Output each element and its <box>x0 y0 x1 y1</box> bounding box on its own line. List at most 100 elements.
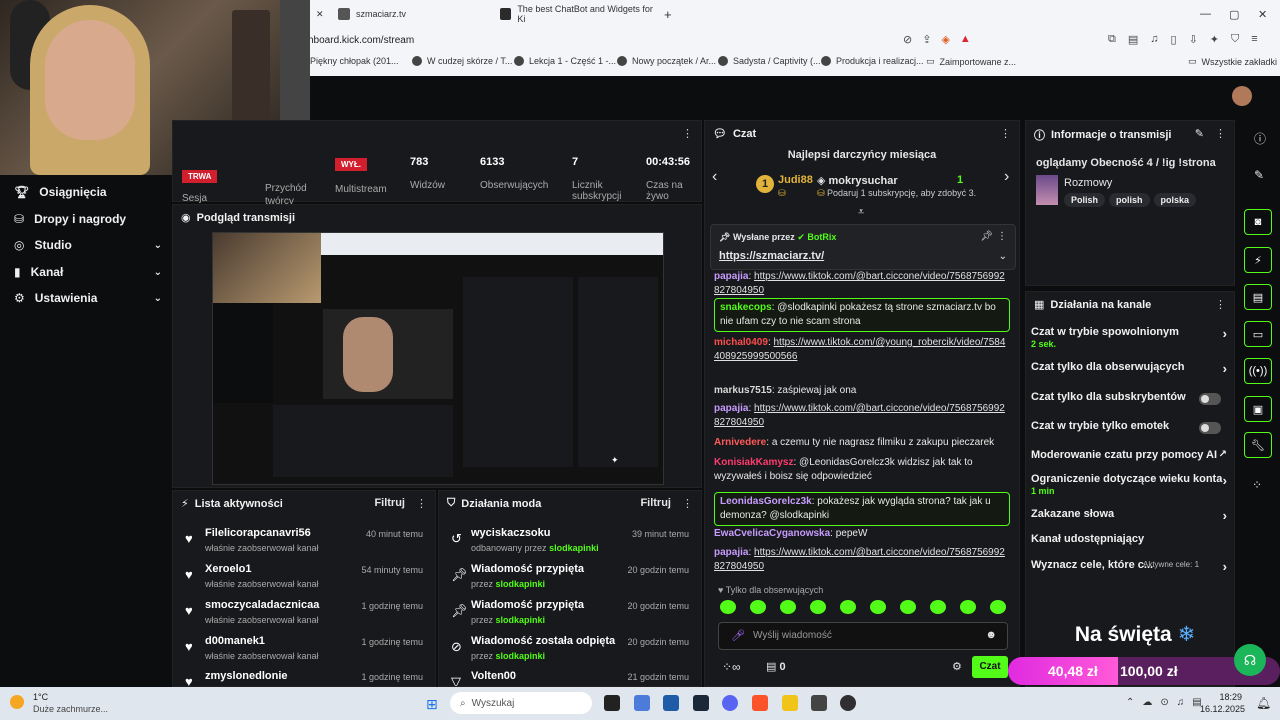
points-icon[interactable]: ⁘∞ <box>722 660 741 674</box>
channel-action-item[interactable]: Wyznacz cele, które c... Aktywne cele: 1 › <box>1031 559 1227 574</box>
discord-icon[interactable] <box>722 695 738 711</box>
weather-desc[interactable]: Duże zachmurze... <box>33 704 108 714</box>
category-name[interactable]: Rozmowy <box>1064 177 1112 189</box>
emote-icon[interactable] <box>840 600 856 614</box>
activity-filter-button[interactable]: Filtruj <box>374 497 405 509</box>
wallet-icon[interactable]: ▤ <box>1128 33 1138 47</box>
chat-link[interactable]: https://www.tiktok.com/@bart.ciccone/vid… <box>714 271 1005 296</box>
emote-icon[interactable] <box>780 600 796 614</box>
channel-action-item[interactable]: Czat tylko dla obserwujących › <box>1031 361 1227 376</box>
chat-username[interactable]: michal0409 <box>714 337 768 348</box>
tag[interactable]: polish <box>1109 193 1150 207</box>
sidebar-item-studio[interactable]: ◎ Studio ⌄ <box>14 238 162 252</box>
chat-username[interactable]: markus7515 <box>714 385 772 396</box>
chat-input[interactable]: 🎤︎ Wyślij wiadomość ☻ <box>718 622 1008 650</box>
chevron-down-icon[interactable]: ⌄ <box>999 251 1007 262</box>
vpn-icon[interactable]: ⛉ <box>1231 33 1239 47</box>
emote-icon[interactable] <box>960 600 976 614</box>
chat-link[interactable]: https://www.tiktok.com/@bart.ciccone/vid… <box>714 547 1005 572</box>
mod-filter-button[interactable]: Filtruj <box>640 497 671 509</box>
more-icon[interactable]: ⋮ <box>416 497 427 510</box>
rail-button[interactable]: ▣ <box>1244 396 1272 422</box>
next-arrow-icon[interactable]: › <box>1004 168 1009 186</box>
emote-icon[interactable] <box>990 600 1006 614</box>
start-icon[interactable]: ⊞ <box>426 696 438 713</box>
maximize-button[interactable]: ▢ <box>1229 8 1239 21</box>
rail-button[interactable]: ◙ <box>1244 209 1272 235</box>
taskview-icon[interactable] <box>604 695 620 711</box>
channel-action-item[interactable]: Czat w trybie spowolnionym 2 sek. › <box>1031 326 1227 349</box>
bookmark-item[interactable]: Sadysta / Captivity (... <box>718 56 821 66</box>
download-icon[interactable]: ⇩ <box>1189 33 1198 47</box>
all-bookmarks[interactable]: ▭ Wszystkie zakładki <box>1188 56 1277 67</box>
more-icon[interactable]: ⋮ <box>1000 127 1011 140</box>
ai-icon[interactable]: ✦ <box>1210 33 1219 47</box>
app-icon[interactable] <box>811 695 827 711</box>
info-icon[interactable]: ⓘ <box>1254 130 1266 147</box>
channel-action-item[interactable]: Ograniczenie dotyczące wieku konta 1 min › <box>1031 473 1227 496</box>
pinned-link[interactable]: https://szmaciarz.tv/ <box>719 250 824 262</box>
emoji-icon[interactable]: ☻ <box>985 629 997 641</box>
chat-username[interactable]: KonisiakKamysz <box>714 457 793 468</box>
channel-action-item[interactable]: Kanał udostępniający <box>1031 533 1227 545</box>
chat-username[interactable]: papajia <box>714 271 748 282</box>
brave-rewards-icon[interactable]: ▲ <box>960 33 971 47</box>
menu-icon[interactable]: ≡ <box>1251 33 1257 47</box>
sidebar-item-drops[interactable]: ⛁ Dropy i nagrody <box>14 212 162 226</box>
channel-action-item[interactable]: Zakazane słowa › <box>1031 508 1227 523</box>
rail-button[interactable]: ⚡ <box>1244 247 1272 273</box>
chevron-right-icon[interactable]: › <box>1223 508 1227 523</box>
clock-time[interactable]: 18:29 <box>1216 692 1242 702</box>
chevron-right-icon[interactable]: › <box>1223 326 1227 341</box>
close-icon[interactable]: ✕ <box>316 9 324 20</box>
bookmark-item[interactable]: Produkcja i realizacj... <box>821 56 924 66</box>
more-icon[interactable]: ⋮ <box>682 127 693 140</box>
tab-close[interactable]: ✕ <box>316 4 324 24</box>
chat-username[interactable]: snakecops <box>720 302 772 313</box>
music-icon[interactable]: ♫ <box>1150 33 1158 47</box>
donor-1[interactable]: Judi88 <box>778 174 813 186</box>
emote-icon[interactable] <box>720 600 736 614</box>
tray-icons[interactable]: ⌃☁⊙♫▤ <box>1126 697 1210 708</box>
chat-settings-icon[interactable]: ⚙ <box>952 660 962 673</box>
rail-button[interactable]: ▤ <box>1244 284 1272 310</box>
toggle-switch[interactable] <box>1199 422 1221 434</box>
channel-action-item[interactable]: Czat tylko dla subskrybentów <box>1031 391 1227 405</box>
user-avatar[interactable] <box>1232 86 1252 106</box>
category-thumbnail[interactable] <box>1036 175 1058 205</box>
send-chat-button[interactable]: Czat <box>972 656 1008 678</box>
chevron-right-icon[interactable]: › <box>1223 473 1227 488</box>
external-link-icon[interactable]: ↗ <box>1219 449 1227 460</box>
more-icon[interactable]: ⋮ <box>682 497 693 510</box>
files-icon[interactable] <box>782 695 798 711</box>
taskbar-search[interactable]: ⌕ Wyszukaj <box>450 692 592 714</box>
rail-button[interactable]: 🔧︎ <box>1244 432 1272 458</box>
chevron-right-icon[interactable]: › <box>1223 361 1227 376</box>
new-tab-button[interactable]: + <box>664 4 672 24</box>
prev-arrow-icon[interactable]: ‹ <box>712 168 717 186</box>
unpin-icon[interactable]: 📌︎ <box>980 231 993 242</box>
drops-icon[interactable]: ⁘ <box>1252 478 1262 492</box>
channel-action-item[interactable]: Czat w trybie tylko emotek <box>1031 420 1227 434</box>
brave-icon[interactable] <box>752 695 768 711</box>
no-cam-icon[interactable]: ⊘ <box>903 33 912 47</box>
more-icon[interactable]: ⋮ <box>997 231 1007 242</box>
chat-username[interactable]: papajia <box>714 403 748 414</box>
bookmark-item[interactable]: Piękny chłopak (201... <box>310 56 399 66</box>
minimize-button[interactable]: — <box>1200 8 1211 20</box>
sidebar-item-channel[interactable]: ▮ Kanał ⌄ <box>14 265 162 279</box>
rail-button[interactable]: ▭ <box>1244 321 1272 347</box>
bookmark-item[interactable]: Lekcja 1 - Część 1 -... <box>514 56 616 66</box>
donor-2[interactable]: ◈ mokrysuchar <box>817 174 898 187</box>
copilot-icon[interactable] <box>634 695 650 711</box>
tag[interactable]: Polish <box>1064 193 1106 207</box>
notification-icon[interactable]: 🔔︎ <box>1256 696 1271 710</box>
more-icon[interactable]: ⋮ <box>1215 127 1226 140</box>
store-icon[interactable] <box>663 695 679 711</box>
tag[interactable]: polska <box>1153 193 1197 207</box>
weather-temp[interactable]: 1°C <box>33 692 48 702</box>
pencil-icon[interactable]: ✎ <box>1254 168 1264 182</box>
drops-counter[interactable]: ▤ 0 <box>766 660 786 673</box>
toggle-switch[interactable] <box>1199 393 1221 405</box>
mic-icon[interactable]: 🎤︎ <box>731 629 745 642</box>
